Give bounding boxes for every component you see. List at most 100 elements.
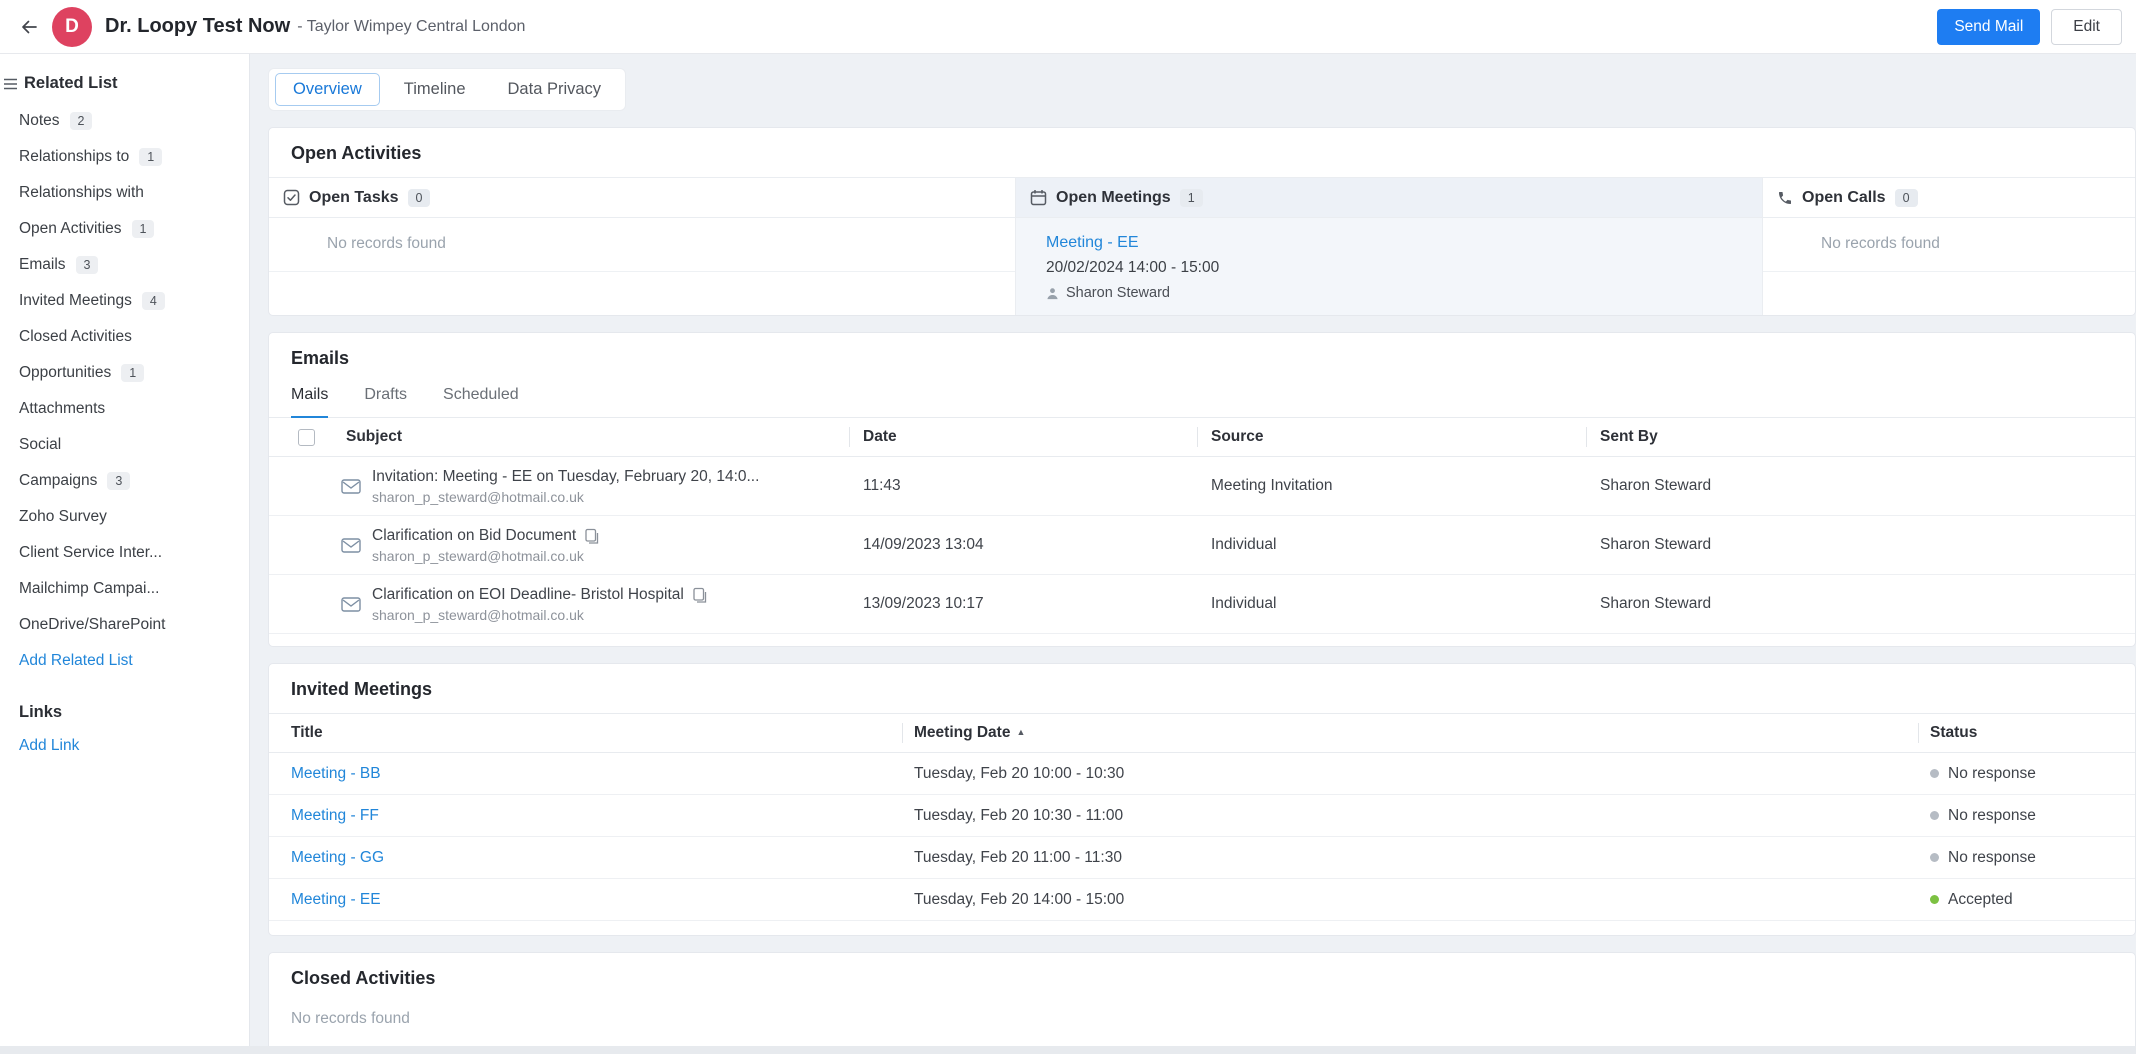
sidebar-item-relationships-with[interactable]: Relationships with xyxy=(0,175,249,211)
edit-button[interactable]: Edit xyxy=(2051,8,2122,45)
email-subject: Invitation: Meeting - EE on Tuesday, Feb… xyxy=(372,467,760,485)
email-sent-by: Sharon Steward xyxy=(1600,595,1712,612)
open-activities-card: Open Activities Open Tasks 0 No records … xyxy=(268,127,2136,316)
open-calls-label: Open Calls xyxy=(1802,188,1886,206)
email-row[interactable]: Invitation: Meeting - EE on Tuesday, Feb… xyxy=(269,457,2135,516)
count-badge: 1 xyxy=(121,364,145,382)
sidebar-item-opportunities[interactable]: Opportunities 1 xyxy=(0,355,249,391)
record-tabs: Overview Timeline Data Privacy xyxy=(268,68,627,111)
emails-table-header: Subject Date Source Sent By xyxy=(269,418,2135,457)
add-link-link[interactable]: Add Link xyxy=(0,728,249,764)
open-meeting-link[interactable]: Meeting - EE xyxy=(1046,234,1762,252)
tab-scheduled[interactable]: Scheduled xyxy=(443,386,519,417)
related-list-sidebar: Related List Notes 2 Relationships to 1 … xyxy=(0,54,250,1046)
emails-card: Emails Mails Drafts Scheduled Subject Da… xyxy=(268,332,2136,647)
sidebar-item-open-activities[interactable]: Open Activities 1 xyxy=(0,211,249,247)
email-row[interactable]: Clarification on Bid Document sharon_p_s… xyxy=(269,516,2135,575)
tab-mails[interactable]: Mails xyxy=(291,386,329,418)
mail-icon xyxy=(341,478,361,495)
email-date: 11:43 xyxy=(863,477,901,494)
column-sent-by[interactable]: Sent By xyxy=(1586,418,2135,457)
status-label: No response xyxy=(1948,806,2036,824)
meeting-link[interactable]: Meeting - FF xyxy=(291,807,379,824)
meeting-date: Tuesday, Feb 20 14:00 - 15:00 xyxy=(914,890,1125,908)
meeting-date: Tuesday, Feb 20 10:30 - 11:00 xyxy=(914,806,1124,824)
column-meeting-date[interactable]: Meeting Date ▲ xyxy=(902,713,1918,753)
count-badge: 1 xyxy=(131,220,155,238)
related-list-icon xyxy=(4,78,17,90)
email-subject: Clarification on EOI Deadline- Bristol H… xyxy=(372,585,684,603)
email-source: Individual xyxy=(1211,536,1277,553)
sidebar-item-zoho-survey[interactable]: Zoho Survey xyxy=(0,499,249,535)
tab-overview[interactable]: Overview xyxy=(275,73,380,106)
open-meeting-item: Meeting - EE 20/02/2024 14:00 - 15:00 Sh… xyxy=(1016,218,1762,315)
email-tabs: Mails Drafts Scheduled xyxy=(269,382,2135,418)
header-actions: Send Mail Edit xyxy=(1937,8,2122,45)
emails-title: Emails xyxy=(291,348,350,368)
avatar: D xyxy=(52,6,92,47)
column-date[interactable]: Date xyxy=(849,418,1197,457)
open-meetings-count: 1 xyxy=(1179,188,1203,207)
add-related-list-link[interactable]: Add Related List xyxy=(0,643,249,679)
sidebar-item-social[interactable]: Social xyxy=(0,427,249,463)
meeting-row: Meeting - GG Tuesday, Feb 20 11:00 - 11:… xyxy=(269,837,2135,879)
meeting-link[interactable]: Meeting - GG xyxy=(291,849,384,866)
task-icon xyxy=(283,189,300,206)
email-date: 13/09/2023 10:17 xyxy=(863,595,984,612)
meeting-link[interactable]: Meeting - EE xyxy=(291,891,381,908)
select-all-checkbox[interactable] xyxy=(298,428,315,446)
column-status[interactable]: Status xyxy=(1918,713,2135,753)
sidebar-item-notes[interactable]: Notes 2 xyxy=(0,103,249,139)
column-title[interactable]: Title xyxy=(269,713,902,753)
main-content: Overview Timeline Data Privacy Open Acti… xyxy=(250,54,2136,1046)
calendar-icon xyxy=(1030,189,1047,206)
send-mail-button[interactable]: Send Mail xyxy=(1937,8,2041,45)
sidebar-item-campaigns[interactable]: Campaigns 3 xyxy=(0,463,249,499)
count-badge: 3 xyxy=(75,256,99,274)
meeting-row: Meeting - EE Tuesday, Feb 20 14:00 - 15:… xyxy=(269,879,2135,921)
tab-drafts[interactable]: Drafts xyxy=(364,386,407,417)
sort-asc-icon: ▲ xyxy=(1016,727,1026,737)
invited-meetings-card: Invited Meetings Title Meeting Date ▲ Sta… xyxy=(268,663,2136,936)
sidebar-item-invited-meetings[interactable]: Invited Meetings 4 xyxy=(0,283,249,319)
meeting-link[interactable]: Meeting - BB xyxy=(291,765,381,782)
sidebar-item-emails[interactable]: Emails 3 xyxy=(0,247,249,283)
email-address: sharon_p_steward@hotmail.co.uk xyxy=(372,488,584,505)
status-dot xyxy=(1930,895,1939,904)
attachment-icon xyxy=(584,528,599,544)
mail-icon xyxy=(341,596,361,613)
status-label: Accepted xyxy=(1948,890,2013,908)
column-subject[interactable]: Subject xyxy=(346,428,402,446)
status-label: No response xyxy=(1948,764,2036,782)
sidebar-item-relationships-to[interactable]: Relationships to 1 xyxy=(0,139,249,175)
open-tasks-label: Open Tasks xyxy=(309,188,399,206)
back-arrow-icon[interactable] xyxy=(14,12,44,42)
page-subtitle: - Taylor Wimpey Central London xyxy=(297,17,526,35)
closed-activities-card: Closed Activities No records found xyxy=(268,952,2136,1046)
open-tasks-count: 0 xyxy=(407,188,431,207)
email-source: Individual xyxy=(1211,595,1277,612)
sidebar-item-mailchimp[interactable]: Mailchimp Campai... xyxy=(0,571,249,607)
count-badge: 1 xyxy=(139,148,163,166)
attachment-icon xyxy=(692,587,707,603)
open-calls-empty: No records found xyxy=(1763,218,2135,272)
status-dot xyxy=(1930,769,1939,778)
meeting-date: Tuesday, Feb 20 11:00 - 11:30 xyxy=(914,848,1122,866)
phone-icon xyxy=(1777,190,1793,206)
tab-data-privacy[interactable]: Data Privacy xyxy=(490,73,620,106)
horizontal-scrollbar[interactable] xyxy=(0,1046,2136,1054)
record-header: D Dr. Loopy Test Now - Taylor Wimpey Cen… xyxy=(0,0,2136,54)
sidebar-item-client-service[interactable]: Client Service Inter... xyxy=(0,535,249,571)
sidebar-item-closed-activities[interactable]: Closed Activities xyxy=(0,319,249,355)
email-subject: Clarification on Bid Document xyxy=(372,526,577,544)
open-calls-column: Open Calls 0 No records found xyxy=(1763,178,2135,315)
status-label: No response xyxy=(1948,848,2036,866)
email-row[interactable]: Clarification on EOI Deadline- Bristol H… xyxy=(269,575,2135,634)
email-date: 14/09/2023 13:04 xyxy=(863,536,984,553)
open-meeting-person: Sharon Steward xyxy=(1066,285,1170,301)
sidebar-item-onedrive-sharepoint[interactable]: OneDrive/SharePoint xyxy=(0,607,249,643)
sidebar-item-attachments[interactable]: Attachments xyxy=(0,391,249,427)
column-source[interactable]: Source xyxy=(1197,418,1586,457)
open-meetings-column: Open Meetings 1 Meeting - EE 20/02/2024 … xyxy=(1016,178,1763,315)
tab-timeline[interactable]: Timeline xyxy=(386,73,484,106)
